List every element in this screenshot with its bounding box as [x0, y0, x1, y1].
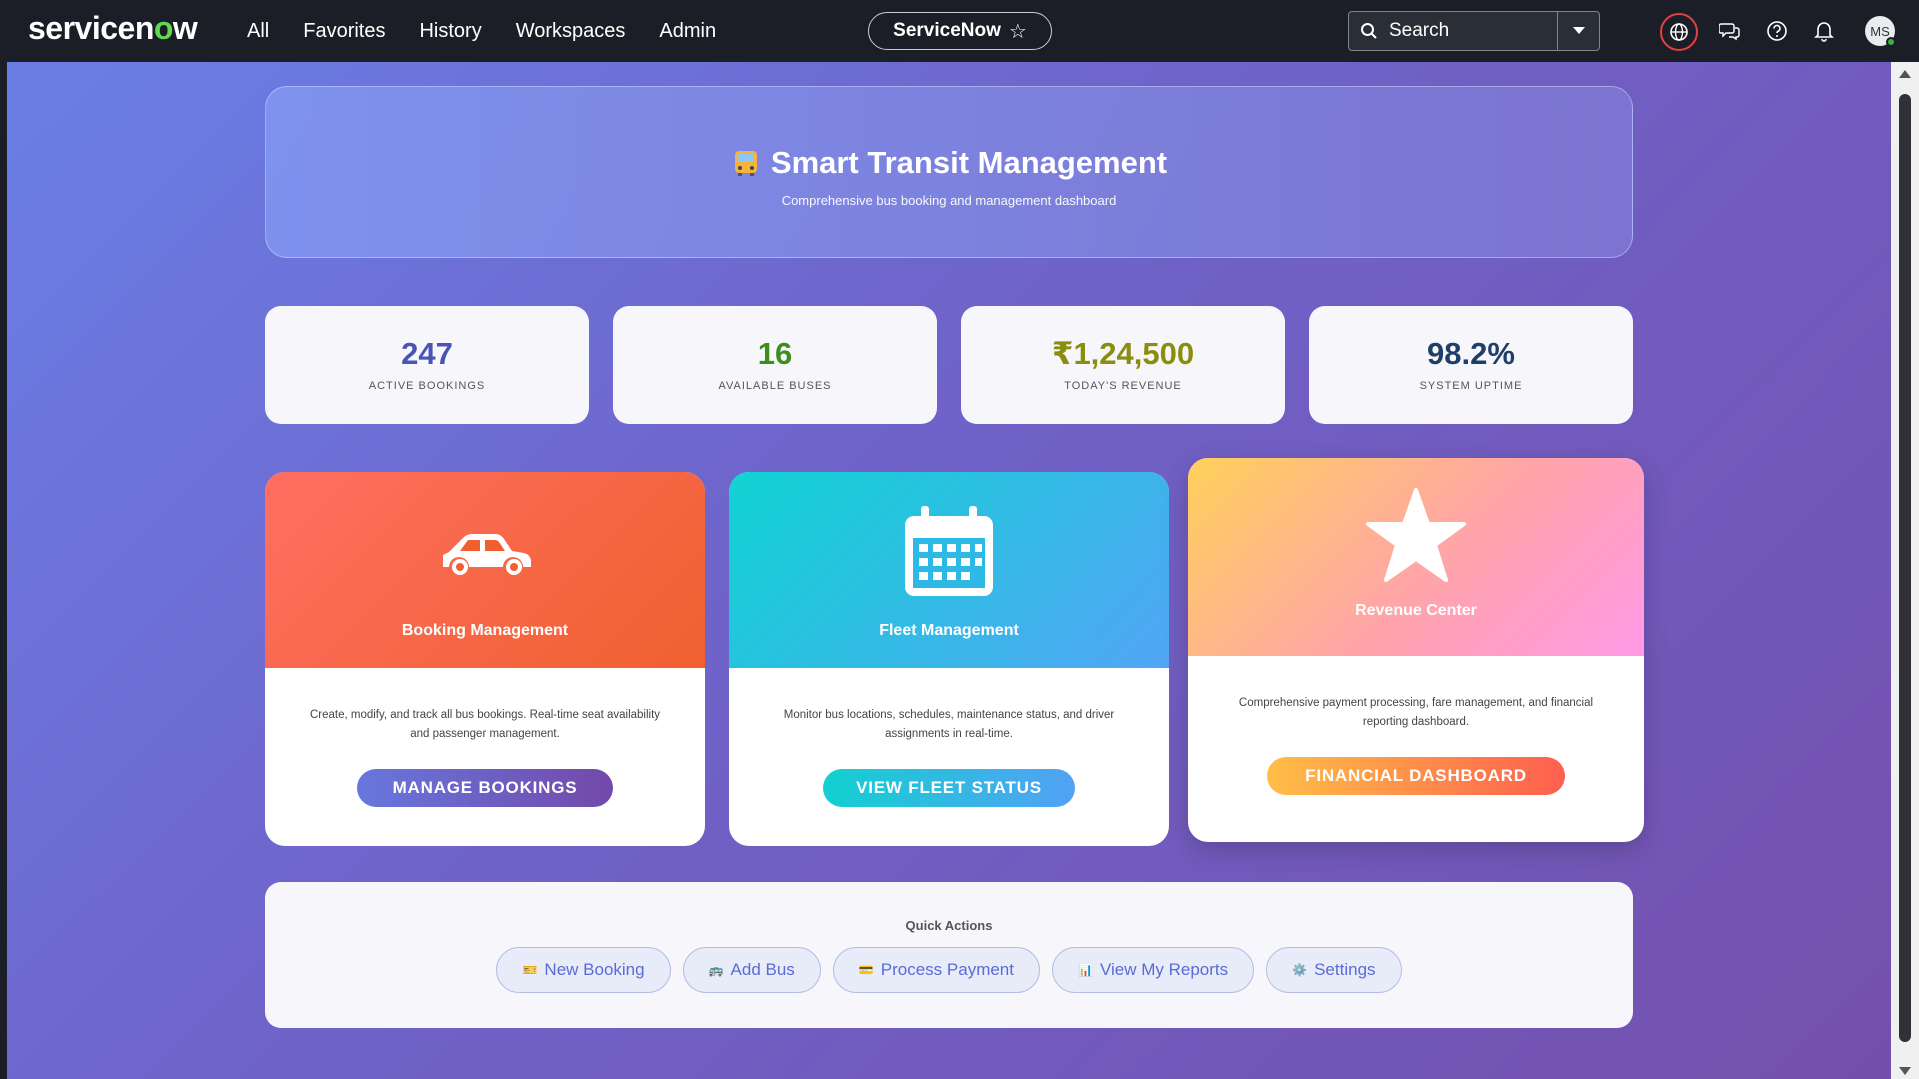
nav-link-workspaces[interactable]: Workspaces: [516, 20, 626, 43]
nav-link-favorites[interactable]: Favorites: [303, 20, 385, 43]
star-icon: [1366, 486, 1466, 586]
card-header: Booking Management: [265, 472, 705, 668]
fleet-management-card: Fleet Management Monitor bus locations, …: [729, 472, 1169, 846]
page-title: Smart Transit Management: [266, 145, 1632, 181]
avatar-initials: MS: [1870, 23, 1890, 39]
hero-banner: Smart Transit Management Comprehensive b…: [265, 86, 1633, 258]
stat-value: ₹1,24,500: [1051, 336, 1195, 371]
card-title: Fleet Management: [879, 622, 1019, 639]
calendar-icon: [901, 502, 997, 602]
view-fleet-status-button[interactable]: VIEW FLEET STATUS: [823, 769, 1075, 807]
stat-card-system-uptime: 98.2% SYSTEM UPTIME: [1309, 306, 1633, 424]
stat-label: ACTIVE BOOKINGS: [368, 380, 486, 392]
card-header: Fleet Management: [729, 472, 1169, 668]
online-status-dot: [1886, 37, 1896, 47]
manage-bookings-button[interactable]: MANAGE BOOKINGS: [357, 769, 613, 807]
stat-value: 247: [401, 336, 453, 371]
vertical-scrollbar[interactable]: [1891, 62, 1919, 1079]
process-payment-button[interactable]: 💳 Process Payment: [832, 947, 1040, 993]
button-label: Settings: [1314, 960, 1376, 979]
card-title: Booking Management: [401, 622, 569, 639]
car-icon: [437, 502, 533, 602]
scroll-down-arrow-icon[interactable]: [1899, 1067, 1911, 1075]
stat-card-available-buses: 16 AVAILABLE BUSES: [613, 306, 937, 424]
add-bus-button[interactable]: 🚌 Add Bus: [682, 947, 821, 993]
search-input[interactable]: Search: [1389, 20, 1557, 42]
button-label: Add Bus: [730, 960, 795, 979]
nav-link-admin[interactable]: Admin: [659, 20, 716, 43]
booking-management-card: Booking Management Create, modify, and t…: [265, 472, 705, 846]
language-globe-icon[interactable]: [1660, 13, 1698, 51]
instance-name: ServiceNow: [893, 20, 1001, 41]
servicenow-logo[interactable]: servicenow: [28, 10, 198, 47]
new-booking-button[interactable]: 🎫 New Booking: [496, 947, 671, 993]
financial-dashboard-button[interactable]: FINANCIAL DASHBOARD: [1267, 757, 1565, 795]
notification-bell-icon[interactable]: [1809, 16, 1839, 46]
hero-title: Smart Transit Management: [770, 145, 1168, 180]
scrollbar-thumb[interactable]: [1899, 94, 1911, 1042]
favorite-star-icon[interactable]: ☆: [1009, 19, 1027, 44]
search-icon: [1349, 22, 1389, 40]
button-label: New Booking: [544, 960, 645, 979]
card-description: Comprehensive payment processing, fare m…: [1238, 697, 1594, 728]
stat-label: TODAY'S REVENUE: [1064, 380, 1182, 392]
user-avatar[interactable]: MS: [1865, 16, 1896, 47]
credit-card-icon: 💳: [858, 963, 874, 977]
stat-card-todays-revenue: ₹1,24,500 TODAY'S REVENUE: [961, 306, 1285, 424]
stat-label: SYSTEM UPTIME: [1419, 380, 1523, 392]
card-description: Monitor bus locations, schedules, mainte…: [783, 709, 1115, 740]
bus-icon: [731, 148, 761, 178]
chat-icon[interactable]: [1715, 16, 1745, 46]
hero-subtitle: Comprehensive bus booking and management…: [781, 193, 1117, 208]
scroll-up-arrow-icon[interactable]: [1899, 70, 1911, 78]
bar-chart-icon: 📊: [1078, 963, 1093, 977]
stat-label: AVAILABLE BUSES: [718, 380, 832, 392]
stat-value: 98.2%: [1427, 336, 1515, 371]
dashboard-content: Smart Transit Management Comprehensive b…: [7, 62, 1891, 1079]
revenue-center-card: Revenue Center Comprehensive payment pro…: [1188, 458, 1644, 842]
nav-links: All Favorites History Workspaces Admin: [247, 0, 716, 62]
view-my-reports-button[interactable]: 📊 View My Reports: [1052, 947, 1255, 993]
card-description: Create, modify, and track all bus bookin…: [309, 709, 661, 740]
nav-link-all[interactable]: All: [247, 20, 269, 43]
stat-card-active-bookings: 247 ACTIVE BOOKINGS: [265, 306, 589, 424]
help-icon[interactable]: [1762, 16, 1792, 46]
stat-value: 16: [757, 336, 793, 371]
button-label: Process Payment: [880, 960, 1014, 979]
nav-link-history[interactable]: History: [419, 20, 481, 43]
instance-name-button[interactable]: ServiceNow ☆: [868, 12, 1052, 50]
gear-icon: ⚙️: [1292, 963, 1308, 977]
button-label: View My Reports: [1099, 960, 1229, 979]
search-scope-dropdown[interactable]: [1557, 12, 1599, 50]
ticket-icon: 🎫: [522, 963, 538, 977]
stats-row: 247 ACTIVE BOOKINGS 16 AVAILABLE BUSES ₹…: [265, 306, 1633, 424]
bus-icon: 🚌: [708, 963, 724, 977]
global-search[interactable]: Search: [1348, 11, 1600, 51]
top-navigation-bar: servicenow All Favorites History Workspa…: [0, 0, 1919, 62]
quick-actions-row: 🎫 New Booking 🚌 Add Bus 💳 Process Paymen…: [265, 947, 1633, 993]
card-header: Revenue Center: [1188, 458, 1644, 656]
quick-actions-title: Quick Actions: [905, 918, 993, 933]
card-title: Revenue Center: [1355, 602, 1477, 619]
quick-actions-panel: Quick Actions 🎫 New Booking 🚌 Add Bus 💳 …: [265, 882, 1633, 1028]
settings-button[interactable]: ⚙️ Settings: [1266, 947, 1402, 993]
